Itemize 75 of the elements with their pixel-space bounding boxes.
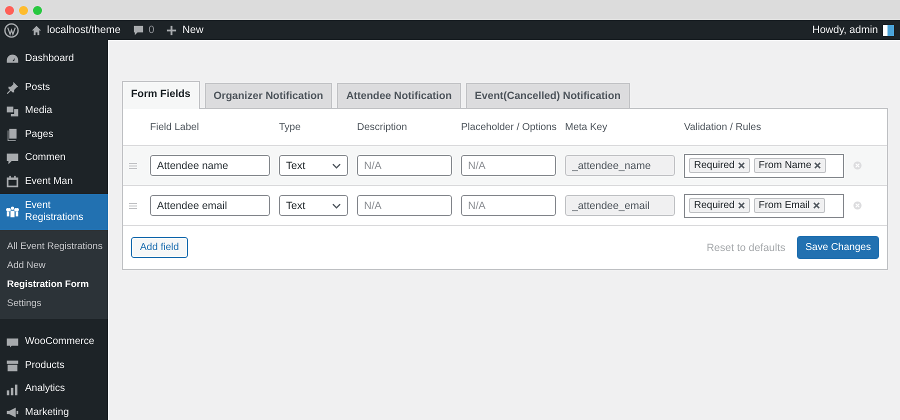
close-icon[interactable] <box>5 6 14 14</box>
tab[interactable]: Event(Cancelled) Notification <box>466 83 630 108</box>
tab[interactable]: Form Fields <box>122 81 200 109</box>
avatar-icon <box>883 24 894 36</box>
menu-item[interactable]: WooCommerce <box>0 330 108 354</box>
bars-icon <box>6 382 19 396</box>
menu-item[interactable]: Marketing <box>0 401 108 420</box>
page-icon <box>6 128 19 142</box>
column-header: Description <box>357 122 408 132</box>
rules-field[interactable]: Required From Email <box>684 194 844 218</box>
placeholder-input[interactable]: N/A <box>461 195 556 216</box>
description-input[interactable]: N/A <box>357 195 452 216</box>
tab[interactable]: Attendee Notification <box>337 83 461 108</box>
remove-tag-icon[interactable] <box>738 162 745 169</box>
field-label-input[interactable]: Attendee email <box>150 195 270 216</box>
site-link[interactable]: localhost/theme <box>31 24 121 36</box>
remove-tag-icon[interactable] <box>812 202 820 209</box>
meta-key-input: _attendee_email <box>565 195 675 216</box>
speech-bubble-icon <box>132 24 144 36</box>
minimize-icon[interactable] <box>19 6 28 14</box>
submenu-item[interactable]: Registration Form <box>0 274 108 294</box>
placeholder-input[interactable]: N/A <box>461 155 556 176</box>
rule-tag: Required <box>689 158 750 173</box>
type-select[interactable]: Text <box>279 155 348 176</box>
column-header: Field Label <box>150 122 200 132</box>
account-link[interactable]: Howdy, admin <box>812 24 894 36</box>
zoom-icon[interactable] <box>33 6 42 14</box>
remove-row-icon[interactable] <box>853 161 862 170</box>
logo-icon[interactable] <box>4 22 19 38</box>
description-input[interactable]: N/A <box>357 155 452 176</box>
drag-handle-icon[interactable] <box>129 202 137 208</box>
menu-item[interactable]: Products <box>0 354 108 378</box>
caret-icon <box>332 162 341 168</box>
type-select[interactable]: Text <box>279 195 348 216</box>
menu-item[interactable]: Posts <box>0 76 108 100</box>
menu-item[interactable]: Media <box>0 100 108 123</box>
menu-item[interactable]: Event Registrations <box>0 194 108 230</box>
column-header: Validation / Rules <box>684 122 762 132</box>
bubble-icon <box>6 152 19 165</box>
submenu-item[interactable]: Add New <box>0 256 108 274</box>
menu-item[interactable]: Dashboard <box>0 46 108 72</box>
rule-tag: From Email <box>754 198 825 213</box>
column-header: Type <box>279 122 302 132</box>
rules-field[interactable]: Required From Name <box>684 154 844 178</box>
remove-row-icon[interactable] <box>853 201 862 210</box>
remove-tag-icon[interactable] <box>814 162 822 169</box>
people-icon <box>6 205 19 218</box>
menu-item[interactable]: Analytics <box>0 378 108 401</box>
home-icon <box>31 24 42 36</box>
media-icon <box>6 104 19 118</box>
rule-tag: From Name <box>754 158 826 173</box>
field-label-input[interactable]: Attendee name <box>150 155 270 176</box>
pin-icon <box>6 81 19 94</box>
new-link[interactable]: New <box>166 24 204 36</box>
horn-icon <box>6 406 19 420</box>
calendar-icon <box>6 175 19 188</box>
caret-icon <box>332 202 341 208</box>
submenu-item[interactable]: All Event Registrations <box>0 236 108 256</box>
menu-item[interactable]: Commen <box>0 146 108 170</box>
tab[interactable]: Organizer Notification <box>204 83 332 108</box>
menu-item[interactable]: Pages <box>0 123 108 146</box>
menu-item[interactable]: Event Man <box>0 170 108 194</box>
remove-tag-icon[interactable] <box>738 202 745 209</box>
submenu-item[interactable]: Settings <box>0 294 108 312</box>
add-field-button[interactable]: Add field <box>131 237 188 258</box>
plus-icon <box>166 24 178 36</box>
box-icon <box>6 359 19 372</box>
rule-tag: Required <box>689 198 750 213</box>
column-header: Meta Key <box>565 122 608 132</box>
save-changes-button[interactable]: Save Changes <box>797 236 879 259</box>
drag-handle-icon[interactable] <box>129 162 137 168</box>
gauge-icon <box>6 52 19 66</box>
column-header: Placeholder / Options <box>461 122 556 132</box>
comments-link[interactable]: 0 <box>132 24 154 36</box>
meta-key-input: _attendee_name <box>565 155 675 176</box>
